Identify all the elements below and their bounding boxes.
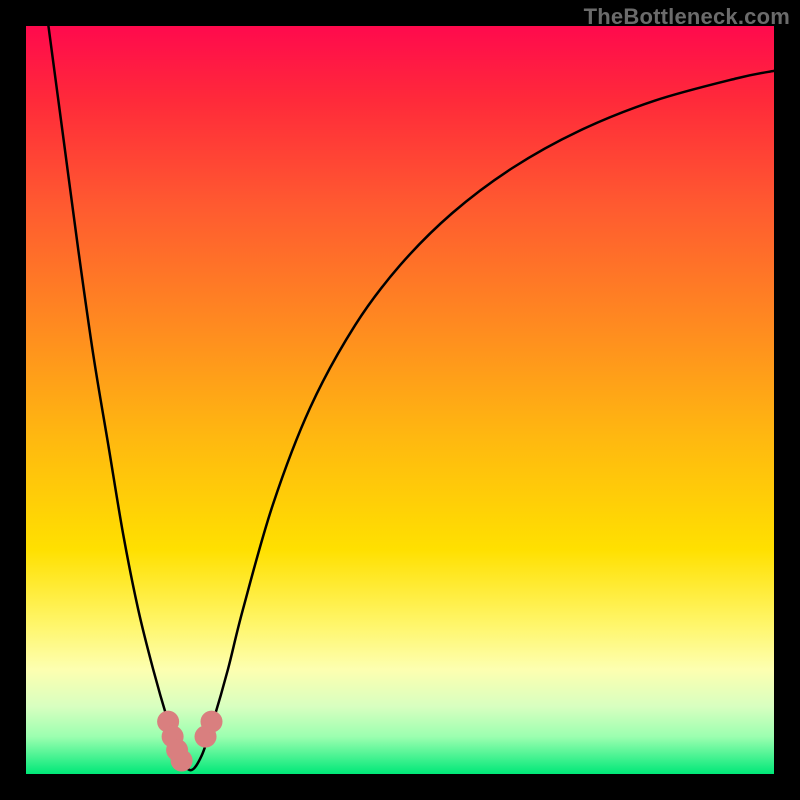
chart-frame: TheBottleneck.com <box>0 0 800 800</box>
marker-group <box>157 711 222 772</box>
curve-marker <box>171 750 193 772</box>
chart-svg <box>26 26 774 774</box>
bottleneck-curve <box>48 26 774 770</box>
curve-marker <box>201 711 223 733</box>
watermark-text: TheBottleneck.com <box>584 4 790 30</box>
plot-area <box>26 26 774 774</box>
